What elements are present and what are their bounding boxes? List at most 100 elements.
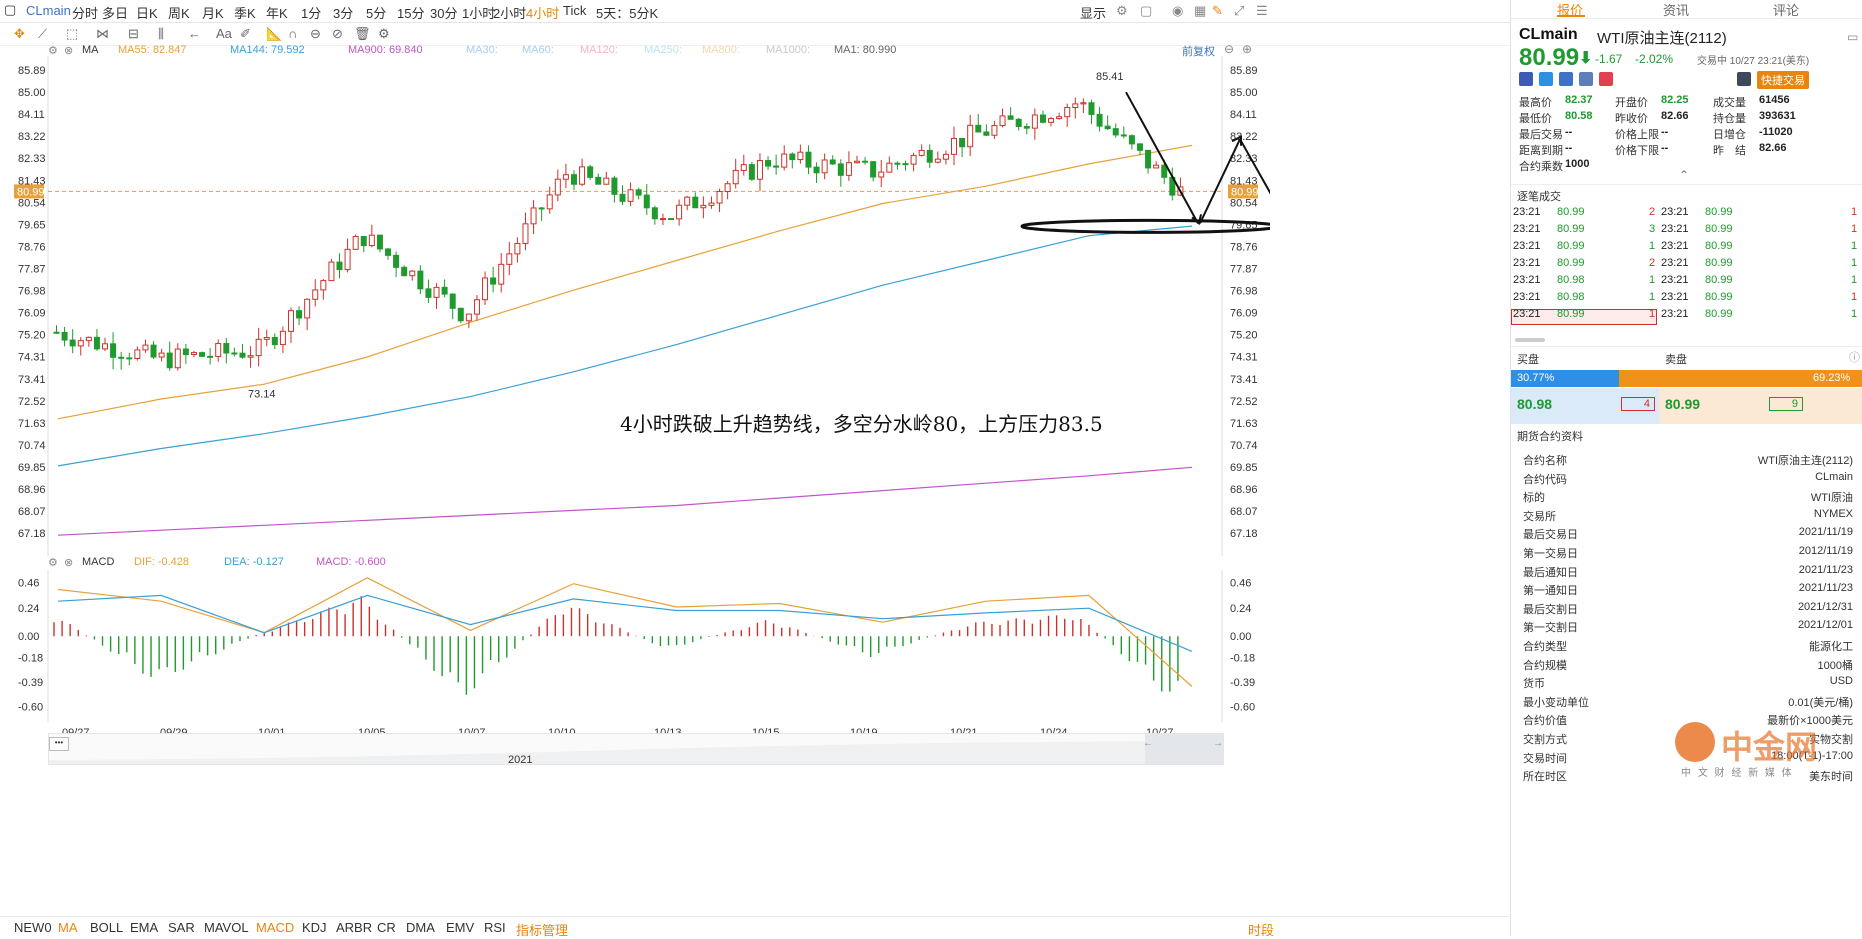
help-icon[interactable]: ⓘ (1849, 349, 1860, 365)
candle-body (845, 162, 852, 176)
candle-body (190, 352, 197, 356)
ind-macd[interactable]: MACD (256, 920, 294, 935)
brush-tool-icon[interactable]: ✐ (240, 26, 251, 42)
collapse-icon[interactable]: ▭ (1847, 30, 1858, 44)
period-5min[interactable]: 5分 (366, 3, 386, 22)
ind-rsi[interactable]: RSI (484, 920, 506, 935)
tab-comments[interactable]: 评论 (1773, 0, 1799, 19)
user-icon[interactable] (1559, 72, 1573, 86)
lightning-icon[interactable] (1539, 72, 1553, 86)
layout-icon[interactable]: ▢ (1140, 3, 1152, 19)
period-30min[interactable]: 30分 (430, 3, 457, 22)
stat-value: 82.37 (1565, 94, 1593, 106)
period-4h[interactable]: 4小时 (526, 3, 559, 22)
stat-label: 最低价 (1519, 113, 1552, 125)
ind-ema[interactable]: EMA (130, 920, 158, 935)
symbol-label[interactable]: CLmain (26, 3, 71, 18)
settings-icon[interactable]: ⚙ (378, 26, 390, 42)
price-tick-right: 77.87 (1230, 264, 1258, 276)
ma-item-3: MA30: (466, 44, 498, 56)
period-15min[interactable]: 15分 (397, 3, 424, 22)
ind-ma[interactable]: MA (58, 920, 78, 935)
line-tool-icon[interactable]: ⟋ (38, 26, 47, 42)
ruler-icon[interactable]: 📐 (266, 26, 282, 42)
contract-key: 交易所 (1523, 510, 1556, 523)
price-tick-left: 75.20 (18, 330, 46, 342)
macd-item-1: DEA: -0.127 (224, 556, 284, 568)
close-icon[interactable]: ⊗ (64, 556, 73, 569)
period-duori[interactable]: 多日 (102, 3, 128, 22)
fullscreen-icon[interactable]: ⤢ (1234, 3, 1244, 19)
zoom-in-icon[interactable]: ⊕ (1242, 42, 1252, 56)
ind-mavol[interactable]: MAVOL (204, 920, 249, 935)
period-tick[interactable]: Tick (563, 3, 586, 18)
nav-right-handle[interactable]: → (1213, 738, 1223, 749)
measure-tool-icon[interactable]: ⫼ (158, 26, 164, 42)
time-navigator[interactable]: ••• ← → (48, 733, 1224, 765)
period-3min[interactable]: 3分 (333, 3, 353, 22)
tab-news[interactable]: 资讯 (1663, 0, 1689, 19)
ind-dma[interactable]: DMA (406, 920, 435, 935)
indicator-manage[interactable]: 指标管理 (516, 920, 568, 939)
period-fenshi[interactable]: 分时 (72, 3, 98, 22)
crosshair-icon[interactable]: ✥ (14, 26, 25, 42)
rect-tool-icon[interactable]: ⬚ (66, 26, 78, 42)
candle-body (287, 310, 294, 332)
gear-icon[interactable]: ⚙ (1116, 3, 1128, 19)
tick-qty: 2 (1649, 206, 1656, 218)
nav-left-handle[interactable]: ← (1143, 738, 1153, 749)
period-1h[interactable]: 1小时 (462, 3, 495, 22)
lock-icon[interactable]: ⊖ (310, 26, 321, 42)
period-1min[interactable]: 1分 (301, 3, 321, 22)
ind-boll[interactable]: BOLL (90, 920, 123, 935)
bid-qty: 4 (1621, 397, 1655, 411)
heart-icon[interactable] (1599, 72, 1613, 86)
session-button[interactable]: 时段 (1248, 920, 1274, 939)
ma-item-0: MA55: 82.847 (118, 44, 187, 56)
ind-emv[interactable]: EMV (446, 920, 474, 935)
period-week[interactable]: 周K (168, 3, 190, 22)
candle-body (756, 160, 763, 180)
period-2h[interactable]: 2小时 (493, 3, 526, 22)
doc-icon[interactable] (1579, 72, 1593, 86)
grid-icon[interactable]: ▦ (1194, 3, 1206, 19)
arrow-tool-icon[interactable]: ← (188, 26, 201, 41)
contract-key: 合约价值 (1523, 715, 1567, 728)
tick-qty: 1 (1649, 240, 1656, 252)
pen-icon[interactable]: ✎ (1212, 3, 1223, 19)
period-day[interactable]: 日K (136, 3, 158, 22)
price-tick-left: 79.65 (18, 220, 46, 232)
price-chart[interactable]: 85.89 85.89 85.00 85.00 84.11 84.11 83.22 83.22… (0, 56, 1270, 556)
bell-icon[interactable] (1737, 72, 1751, 86)
settings-icon[interactable]: ⚙ (48, 556, 58, 569)
period-month[interactable]: 月K (202, 3, 224, 22)
tick-qty: 2 (1649, 257, 1656, 269)
scrollbar[interactable] (1515, 338, 1545, 342)
magnet-icon[interactable]: ∩ (288, 26, 297, 41)
trash-icon[interactable]: 🗑 (354, 26, 371, 42)
ind-arbr[interactable]: ARBR (336, 920, 372, 935)
ind-sar[interactable]: SAR (168, 920, 195, 935)
ind-cr[interactable]: CR (377, 920, 396, 935)
text-tool[interactable]: Aa (216, 26, 232, 41)
price-tick-right: 84.11 (1230, 109, 1257, 121)
camera-icon[interactable]: ◉ (1172, 3, 1183, 19)
display-menu[interactable]: 显示 (1080, 3, 1106, 22)
zoom-out-icon[interactable]: ⊖ (1224, 42, 1234, 56)
pattern-tool-icon[interactable]: ⊟ (128, 26, 139, 42)
ind-new0[interactable]: NEW0 (14, 920, 52, 935)
tick-list[interactable]: 23:21 80.99 2 23:21 80.99 3 23:21 80.99 1 23:21 80… (1511, 206, 1862, 328)
period-year[interactable]: 年K (266, 3, 288, 22)
menu-icon[interactable]: ☰ (1256, 3, 1268, 19)
chevron-up-icon[interactable]: ⌃ (1679, 168, 1689, 182)
hide-icon[interactable]: ⊘ (332, 26, 343, 42)
period-quarter[interactable]: 季K (234, 3, 256, 22)
quick-trade-button[interactable]: 快捷交易 (1757, 71, 1809, 89)
period-5day[interactable]: 5天：5分K (596, 3, 658, 22)
fib-tool-icon[interactable]: ⋈ (96, 26, 109, 42)
macd-chart[interactable]: 0.46 0.46 0.24 0.24 0.00 0.00 -0.18 -0.18 -0.39 -… (0, 570, 1270, 722)
ind-kdj[interactable]: KDJ (302, 920, 327, 935)
candle-body (579, 166, 586, 185)
square-icon[interactable]: ▢ (4, 2, 16, 18)
more-button[interactable]: ••• (49, 737, 69, 751)
